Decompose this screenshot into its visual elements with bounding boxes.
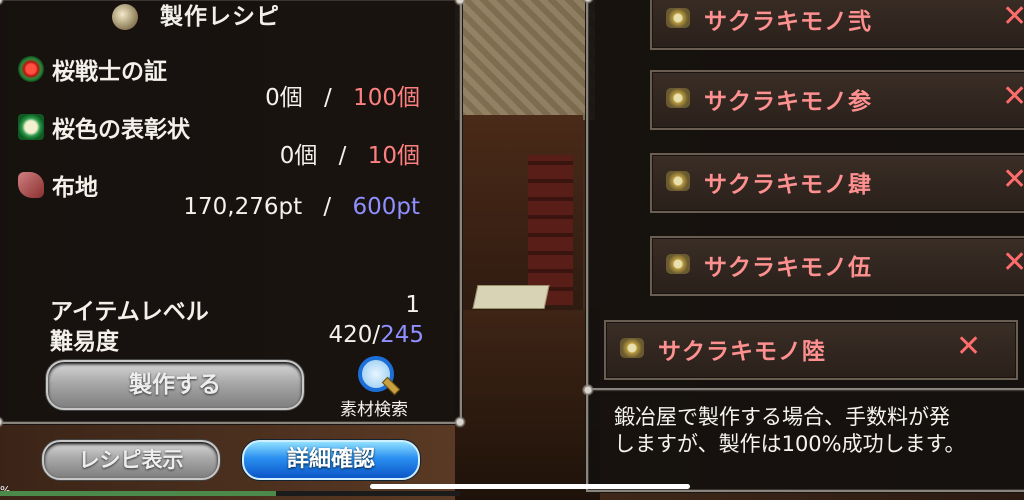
item-level-label: アイテムレベル [50, 299, 209, 325]
scroll-icon [666, 88, 690, 108]
list-item[interactable]: サクラキモノ肆 ✕ [650, 153, 1024, 213]
desk [455, 310, 600, 500]
close-icon[interactable]: ✕ [1002, 82, 1024, 112]
books [528, 155, 573, 305]
close-icon[interactable]: ✕ [1002, 2, 1024, 32]
close-icon[interactable]: ✕ [1002, 248, 1024, 278]
list-item-name: サクラキモノ伍 [704, 255, 872, 281]
detail-check-button[interactable]: 詳細確認 [242, 440, 420, 480]
list-item[interactable]: サクラキモノ伍 ✕ [650, 236, 1024, 296]
material-name: 桜戦士の証 [52, 59, 167, 85]
craft-button[interactable]: 製作する [46, 360, 304, 410]
list-item-name: サクラキモノ陸 [658, 339, 826, 365]
home-indicator[interactable] [370, 484, 690, 489]
wallpaper-decoration [455, 0, 595, 120]
list-item-name: サクラキモノ参 [704, 89, 872, 115]
material-count: 0個 / 10個 [279, 143, 420, 169]
medal-icon [18, 56, 44, 82]
corner-ornament [581, 0, 595, 5]
item-level-value: 1 [405, 292, 420, 318]
panel-title: 製作レシピ [160, 4, 280, 30]
difficulty-value: 420/245 [328, 322, 424, 348]
close-icon[interactable]: ✕ [1002, 165, 1024, 195]
material-count: 170,276pt / 600pt [183, 194, 420, 220]
scroll-icon [666, 8, 690, 28]
list-item[interactable]: サクラキモノ弐 ✕ [650, 0, 1024, 50]
scroll-icon [620, 338, 644, 358]
description-text: 鍛冶屋で製作する場合、手数料が発 しますが、製作は100%成功します。 [614, 405, 966, 456]
progress-fill [0, 491, 276, 496]
corner-ornament [0, 415, 5, 429]
recipe-book-icon [112, 4, 138, 30]
list-item-name: サクラキモノ弐 [704, 9, 872, 35]
scroll-icon [666, 171, 690, 191]
corner-ornament [453, 0, 467, 7]
corner-ornament [581, 383, 595, 397]
material-row: 布地 170,276pt / 600pt [0, 166, 460, 236]
material-search-label[interactable]: 素材検索 [340, 395, 408, 420]
desk-paper [472, 285, 550, 309]
close-icon[interactable]: ✕ [956, 332, 981, 362]
certificate-icon [18, 114, 44, 140]
corner-ornament [0, 0, 5, 7]
corner-ornament [453, 415, 467, 429]
scroll-icon [666, 254, 690, 274]
cloth-icon [18, 172, 44, 198]
recipe-display-button[interactable]: レシピ表示 [42, 440, 220, 480]
list-item-selected[interactable]: サクラキモノ陸 ✕ [604, 320, 1018, 380]
description-panel: 鍛冶屋で製作する場合、手数料が発 しますが、製作は100%成功します。 [581, 383, 1024, 492]
difficulty-label: 難易度 [50, 329, 119, 355]
list-item-name: サクラキモノ肆 [704, 172, 872, 198]
material-name: 布地 [52, 175, 98, 201]
list-item[interactable]: サクラキモノ参 ✕ [650, 70, 1024, 130]
material-name: 桜色の表彰状 [52, 117, 190, 143]
